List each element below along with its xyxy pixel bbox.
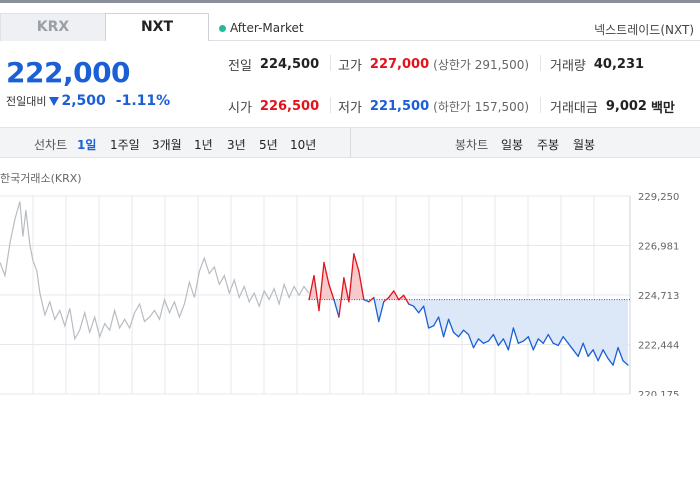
krx-series-line [0,201,310,341]
y-tick-label: 220,175 [638,390,679,396]
stat-label: 거래량 [550,59,586,74]
price-chart: 229,250 226,981 224,713 222,444 220,175 [0,192,679,396]
price-change: 전일대비 2,500 -1.11% [6,93,170,109]
stat-label: 시가 [228,101,252,116]
period-10y[interactable]: 10년 [290,136,316,153]
tab-krx[interactable]: KRX [0,13,105,41]
stat-value: 226,500 [259,99,320,114]
y-tick-label: 224,713 [638,291,679,302]
y-tick-label: 226,981 [638,242,679,253]
line-chart-label: 선차트 [34,138,68,152]
period-1w[interactable]: 1주일 [110,136,140,153]
stat-high: 고가 227,000 (상한가 291,500) [338,55,529,74]
period-3m[interactable]: 3개월 [152,136,182,153]
stat-value: 224,500 [259,57,320,72]
stat-label: 전일 [228,59,252,74]
candle-daily[interactable]: 일봉 [501,136,523,153]
stat-value: 9,002 [605,99,647,114]
period-3y[interactable]: 3년 [227,136,246,153]
stat-prev-close: 전일 224,500 [228,55,319,74]
change-percent: -1.11% [115,93,171,109]
y-tick-label: 229,250 [638,192,679,203]
candle-weekly[interactable]: 주봉 [537,136,559,153]
stat-label: 고가 [338,59,362,74]
after-market-indicator: After-Market [219,21,304,35]
stat-label: 저가 [338,101,362,116]
stat-divider [540,55,541,71]
y-tick-label: 222,444 [638,341,679,352]
stat-unit: 백만 [650,101,675,116]
period-1d[interactable]: 1일 [77,136,96,153]
stat-value: 227,000 [369,57,430,72]
status-dot-icon [219,24,226,32]
stat-divider [330,55,331,71]
lower-limit: (하한가 157,500) [433,100,530,114]
stat-value: 40,231 [593,57,645,72]
period-5y[interactable]: 5년 [259,136,278,153]
top-border [0,0,700,3]
stat-divider [330,97,331,113]
stat-value: 221,500 [369,99,430,114]
nxt-down-area [317,299,628,366]
tab-divider [209,40,700,41]
change-label: 전일대비 [6,95,47,108]
market-tabs: KRX NXT [0,13,209,41]
down-triangle-icon [49,96,60,106]
stat-volume: 거래량 40,231 [550,55,644,74]
candle-chart-label: 봉차트 [455,138,489,152]
bar-divider [350,128,351,157]
stat-open: 시가 226,500 [228,97,319,116]
current-price: 222,000 [6,56,131,89]
stat-divider [540,97,541,113]
chart-period-bar: 선차트 1일 1주일 3개월 1년 3년 5년 10년 봉차트 일봉 주봉 월봉 [0,127,700,158]
after-market-label: After-Market [230,21,304,35]
chart-source-label: 한국거래소(KRX) [0,172,82,185]
change-value: 2,500 [61,93,106,109]
period-1y[interactable]: 1년 [194,136,213,153]
tab-nxt[interactable]: NXT [105,13,209,41]
stat-amount: 거래대금 9,002 백만 [550,97,675,116]
exchange-name: 넥스트레이드(NXT) [594,23,694,37]
stat-label: 거래대금 [550,101,598,116]
candle-monthly[interactable]: 월봉 [573,136,595,153]
stat-low: 저가 221,500 (하한가 157,500) [338,97,529,116]
upper-limit: (상한가 291,500) [433,58,530,72]
